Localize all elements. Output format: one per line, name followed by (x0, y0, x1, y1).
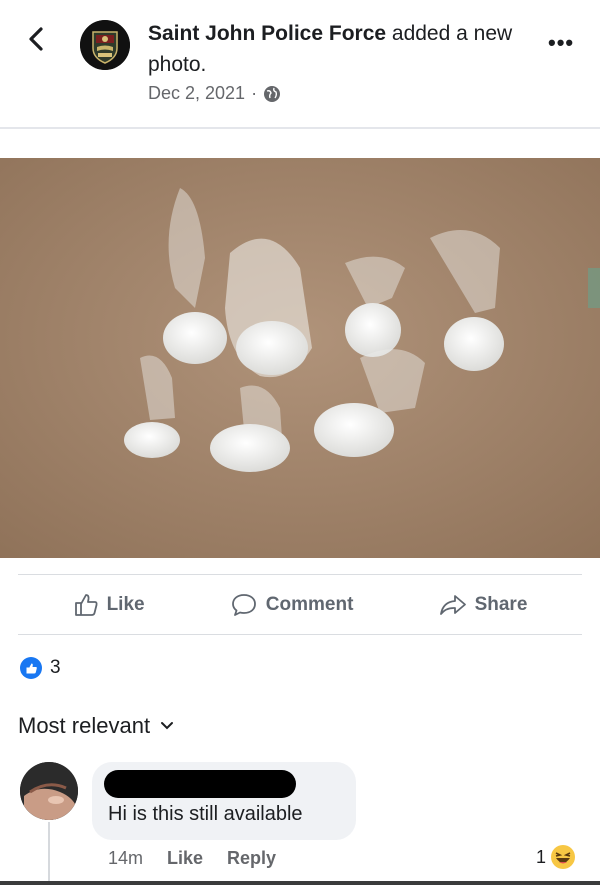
share-label: Share (474, 594, 528, 615)
sort-label: Most relevant (18, 713, 151, 738)
post-photo[interactable] (0, 158, 600, 558)
comment-meta: 14m Like Reply (108, 848, 276, 869)
reaction-summary[interactable]: 3 (20, 657, 61, 679)
like-label: Like (106, 594, 145, 615)
post-meta: Dec 2, 2021 · (148, 83, 281, 104)
comment-reaction-count: 1 (536, 846, 547, 867)
comment-time[interactable]: 14m (108, 848, 143, 869)
header-divider (0, 127, 600, 129)
actions-divider-top (18, 574, 582, 575)
post-actions: Like Comment Share (0, 582, 600, 628)
back-chevron-icon[interactable] (24, 26, 50, 52)
page-name-link[interactable]: Saint John Police Force (148, 22, 386, 45)
comment-label: Comment (265, 594, 354, 615)
like-badge-icon (20, 657, 42, 679)
globe-icon (264, 85, 281, 102)
reaction-count: 3 (50, 657, 61, 678)
actions-divider-bottom (18, 634, 582, 635)
police-crest-icon (80, 20, 130, 70)
chevron-down-icon (161, 722, 174, 730)
comment-reply-button[interactable]: Reply (227, 848, 276, 869)
share-arrow-icon (439, 595, 466, 615)
like-thumb-icon (74, 594, 98, 616)
share-button[interactable]: Share (439, 593, 528, 617)
comment-bubble-icon (231, 594, 256, 616)
commenter-avatar[interactable] (20, 762, 78, 820)
thread-line (48, 822, 50, 885)
comment-reaction-summary[interactable]: 1 (536, 844, 576, 870)
like-button[interactable]: Like (73, 592, 145, 618)
comment-sort-dropdown[interactable]: Most relevant (18, 713, 174, 739)
post-title: Saint John Police Force added a new phot… (148, 18, 528, 80)
bottom-edge (0, 881, 600, 885)
redacted-commenter-name (104, 770, 296, 798)
comment-button[interactable]: Comment (230, 592, 354, 618)
post-header: Saint John Police Force added a new phot… (0, 0, 600, 128)
more-dots-icon[interactable]: ••• (548, 30, 574, 56)
post-date[interactable]: Dec 2, 2021 (148, 83, 245, 104)
meta-separator: · (251, 83, 258, 103)
haha-emoji-icon (551, 845, 576, 869)
avatar-photo (20, 762, 78, 820)
page-avatar[interactable] (80, 20, 130, 70)
comment-text: Hi is this still available (108, 803, 303, 825)
comment-like-button[interactable]: Like (167, 848, 203, 869)
